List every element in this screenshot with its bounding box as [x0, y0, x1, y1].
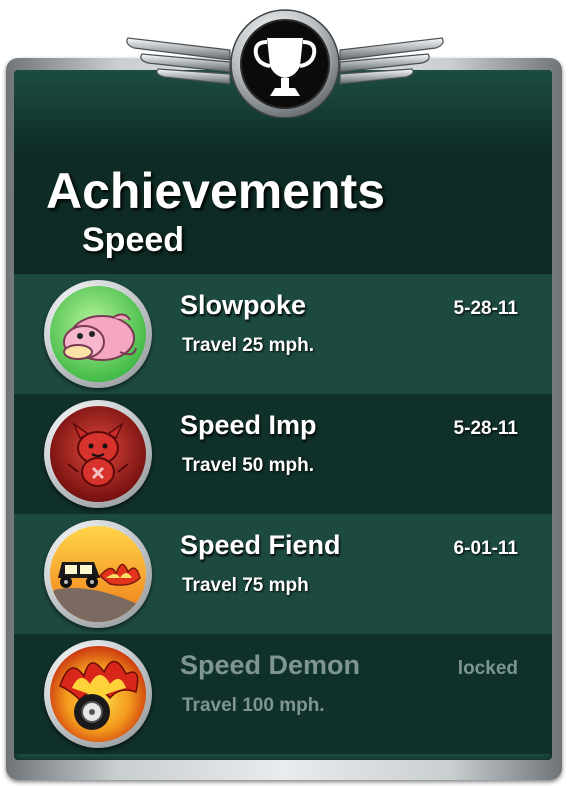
achievement-row-speed-imp[interactable]: Speed Imp 5-28-11 Travel 50 mph.	[14, 394, 552, 514]
page-title: Achievements	[46, 163, 386, 219]
achievement-name: Speed Imp	[180, 410, 317, 440]
achievement-description: Travel 25 mph.	[182, 335, 315, 356]
achievement-name: Speed Demon	[180, 650, 361, 680]
imp-icon	[50, 406, 146, 502]
achievement-name: Speed Fiend	[180, 530, 341, 560]
achievement-description: Travel 75 mph	[182, 575, 309, 596]
trophy-emblem	[126, 9, 444, 118]
achievement-row-speed-fiend[interactable]: Speed Fiend 6-01-11 Travel 75 mph	[14, 514, 552, 634]
achievement-row-slowpoke[interactable]: Slowpoke 5-28-11 Travel 25 mph.	[14, 274, 552, 394]
achievement-date: 6-01-11	[453, 538, 518, 559]
achievement-badge	[44, 520, 152, 628]
slowpoke-icon	[50, 286, 146, 382]
achievement-badge	[44, 400, 152, 508]
left-wing	[126, 37, 231, 85]
achievement-description: Travel 50 mph.	[182, 455, 315, 476]
right-wing	[339, 37, 444, 85]
achievement-name: Slowpoke	[180, 290, 307, 320]
achievements-panel: Achievements Speed Slowpoke 5-28-11 Trav…	[14, 70, 552, 760]
achievement-description: Travel 100 mph.	[182, 695, 325, 716]
achievement-date: 5-28-11	[453, 418, 518, 439]
achievement-badge	[44, 280, 152, 388]
achievement-row-speed-demon[interactable]: Speed Demon locked Travel 100 mph.	[14, 634, 552, 754]
flaming-car-icon	[50, 526, 146, 622]
category-subtitle: Speed	[82, 221, 185, 259]
flaming-wheel-icon	[50, 646, 146, 742]
achievement-badge	[44, 640, 152, 748]
achievement-date: 5-28-11	[453, 298, 518, 319]
achievement-status-locked: locked	[457, 658, 518, 679]
